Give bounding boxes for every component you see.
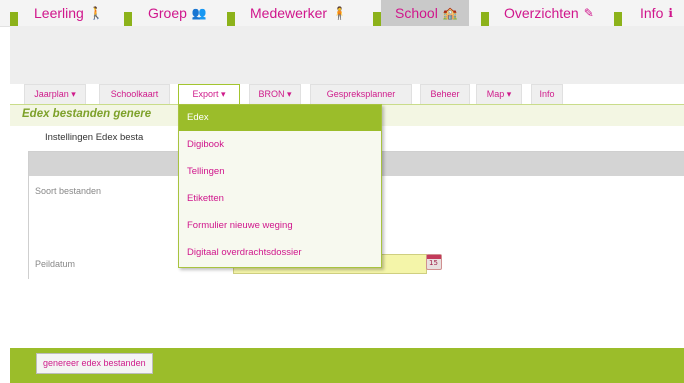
- menu-item-etiketten[interactable]: Etiketten: [179, 186, 381, 212]
- subnav-jaarplan[interactable]: Jaarplan ▾: [24, 84, 86, 104]
- tab-label: Overzichten: [504, 5, 579, 21]
- menu-item-formulier-nieuwe-weging[interactable]: Formulier nieuwe weging: [179, 213, 381, 239]
- subnav-schoolkaart[interactable]: Schoolkaart: [99, 84, 170, 104]
- subnav-info[interactable]: Info: [531, 84, 563, 104]
- menu-item-digibook[interactable]: Digibook: [179, 132, 381, 158]
- tab-label: Groep: [148, 5, 187, 21]
- nav-accent: [481, 12, 489, 26]
- subnav-gespreksplanner[interactable]: Gespreksplanner: [310, 84, 412, 104]
- tab-label: Info: [640, 5, 664, 21]
- menu-item-digitaal-overdrachtsdossier[interactable]: Digitaal overdrachtsdossier: [179, 240, 381, 266]
- tab-medewerker[interactable]: Medewerker 🧍: [250, 0, 347, 26]
- group-icon: 👥: [191, 6, 207, 20]
- calendar-icon[interactable]: 15: [426, 254, 442, 270]
- tab-overzichten[interactable]: Overzichten ✎: [504, 0, 594, 26]
- info-icon: ℹ: [668, 6, 673, 20]
- soort-bestanden-label: Soort bestanden: [35, 186, 102, 196]
- nav-accent: [227, 12, 235, 26]
- top-navigation: Leerling 🚶 Groep 👥 Medewerker 🧍 School 🏫…: [0, 0, 684, 27]
- page-title: Edex bestanden genere: [22, 108, 152, 120]
- nav-accent: [614, 12, 622, 26]
- subnav-map[interactable]: Map ▾: [476, 84, 522, 104]
- staff-icon: 🧍: [332, 6, 347, 20]
- tab-label: School: [395, 5, 438, 21]
- peildatum-label: Peildatum: [35, 259, 76, 269]
- tab-label: Leerling: [34, 5, 84, 21]
- nav-accent: [124, 12, 132, 26]
- pen-icon: ✎: [583, 6, 594, 20]
- student-icon: 🚶: [88, 6, 104, 20]
- sub-navigation: Jaarplan ▾ Schoolkaart Export ▾ BRON ▾ G…: [20, 84, 684, 105]
- header-band: [10, 26, 684, 84]
- tab-leerling[interactable]: Leerling 🚶: [34, 0, 104, 26]
- tab-info[interactable]: Info ℹ: [640, 0, 673, 26]
- tab-label: Medewerker: [250, 5, 328, 21]
- menu-item-edex[interactable]: Edex: [179, 105, 381, 131]
- tab-groep[interactable]: Groep 👥: [148, 0, 207, 26]
- nav-accent: [10, 12, 18, 26]
- nav-accent: [373, 12, 381, 26]
- subnav-export[interactable]: Export ▾: [178, 84, 240, 105]
- tab-school[interactable]: School 🏫: [381, 0, 469, 26]
- subnav-beheer[interactable]: Beheer: [420, 84, 470, 104]
- menu-item-tellingen[interactable]: Tellingen: [179, 159, 381, 185]
- school-icon: 🏫: [442, 6, 458, 20]
- settings-subtitle: Instellingen Edex besta: [45, 132, 144, 143]
- subnav-bron[interactable]: BRON ▾: [249, 84, 301, 104]
- generate-edex-button[interactable]: genereer edex bestanden: [36, 353, 153, 374]
- export-dropdown-menu: Edex Digibook Tellingen Etiketten Formul…: [178, 104, 382, 268]
